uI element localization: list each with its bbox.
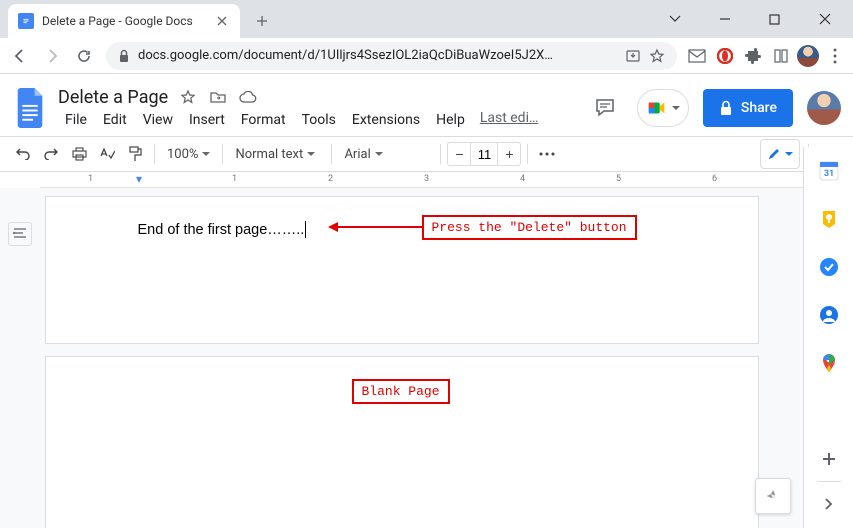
keep-app-icon[interactable] (819, 209, 839, 229)
menu-tools[interactable]: Tools (295, 110, 343, 130)
menu-format[interactable]: Format (234, 110, 293, 130)
document-page-2[interactable]: Blank Page (45, 356, 759, 528)
last-edit-link[interactable]: Last edi… (480, 110, 539, 130)
minimize-icon[interactable] (719, 13, 747, 25)
profile-avatar-small[interactable] (797, 45, 819, 67)
toolbar: 100% Normal text Arial − + (0, 136, 853, 172)
paint-format-button[interactable] (122, 141, 148, 167)
mail-icon[interactable] (685, 44, 709, 68)
title-area: Delete a Page File Edit View Insert Form… (58, 87, 577, 130)
style-dropdown[interactable]: Normal text (229, 141, 325, 167)
address-bar: docs.google.com/document/d/1UIljrs4SsezI… (0, 38, 853, 74)
tasks-app-icon[interactable] (819, 257, 839, 277)
font-size-control: − + (447, 142, 521, 166)
bookmark-star-icon[interactable] (649, 48, 665, 64)
menu-help[interactable]: Help (429, 110, 472, 130)
ruler[interactable]: 1 ▾ 1 2 3 4 5 6 (40, 172, 803, 188)
menu-view[interactable]: View (136, 110, 180, 130)
chrome-menu-icon[interactable] (823, 44, 847, 68)
share-label: Share (741, 100, 777, 116)
text-cursor (305, 221, 306, 238)
redo-button[interactable] (38, 141, 64, 167)
calendar-app-icon[interactable]: 31 (819, 161, 839, 181)
annotation-arrow-head (328, 222, 338, 232)
document-title[interactable]: Delete a Page (58, 87, 168, 108)
comments-icon[interactable] (587, 90, 623, 126)
reading-list-icon[interactable] (769, 44, 793, 68)
new-tab-button[interactable] (248, 7, 276, 35)
tab-title: Delete a Page - Google Docs (42, 14, 206, 28)
docs-favicon (18, 13, 34, 29)
more-tools-button[interactable] (534, 141, 560, 167)
window-caret-icon[interactable] (669, 15, 697, 23)
print-button[interactable] (66, 141, 92, 167)
back-button[interactable] (6, 42, 34, 70)
close-window-icon[interactable] (819, 13, 847, 25)
move-icon[interactable] (208, 87, 228, 107)
annotation-delete-hint: Press the "Delete" button (422, 215, 637, 240)
chevron-down-icon (202, 152, 210, 156)
pencil-icon (767, 147, 781, 161)
install-icon[interactable] (625, 48, 641, 64)
browser-tab-active[interactable]: Delete a Page - Google Docs (8, 4, 240, 38)
chevron-down-icon (672, 106, 680, 110)
maps-app-icon[interactable] (819, 353, 839, 373)
lock-icon (118, 49, 130, 63)
font-size-input[interactable] (470, 143, 498, 165)
url-text: docs.google.com/document/d/1UIljrs4SsezI… (138, 48, 617, 63)
undo-button[interactable] (10, 141, 36, 167)
zoom-dropdown[interactable]: 100% (161, 141, 216, 167)
edit-mode-button[interactable] (760, 139, 800, 169)
star-icon[interactable] (178, 87, 198, 107)
cloud-icon[interactable] (238, 87, 258, 107)
meet-button[interactable] (637, 89, 689, 127)
profile-avatar-large[interactable] (807, 91, 841, 125)
decrease-font-button[interactable]: − (448, 143, 470, 165)
share-button[interactable]: Share (703, 89, 793, 127)
add-apps-button[interactable] (819, 449, 839, 469)
lock-icon (719, 100, 733, 116)
explore-button[interactable] (755, 478, 791, 514)
opera-ext-icon[interactable] (713, 44, 737, 68)
window-controls (669, 0, 847, 38)
indent-marker[interactable]: ▾ (136, 172, 142, 186)
docs-logo[interactable] (12, 90, 48, 126)
meet-icon (646, 97, 668, 119)
reload-button[interactable] (70, 42, 98, 70)
menu-edit[interactable]: Edit (96, 110, 134, 130)
close-tab-icon[interactable] (214, 13, 230, 29)
side-panel: 31 (803, 147, 853, 528)
body-text: End of the first page…….. (138, 222, 305, 238)
outline-toggle-button[interactable] (8, 222, 32, 246)
hide-panel-button[interactable] (819, 494, 839, 514)
chevron-down-icon (307, 152, 315, 156)
docs-header: Delete a Page File Edit View Insert Form… (0, 74, 853, 136)
annotation-blank-page: Blank Page (352, 379, 450, 404)
forward-button[interactable] (38, 42, 66, 70)
chevron-down-icon (785, 152, 793, 156)
menu-file[interactable]: File (58, 110, 94, 130)
spellcheck-button[interactable] (94, 141, 120, 167)
document-container: End of the first page…….. Press the "Del… (0, 188, 803, 528)
menu-insert[interactable]: Insert (182, 110, 232, 130)
font-dropdown[interactable]: Arial (338, 141, 434, 167)
extensions-icon[interactable] (741, 44, 765, 68)
annotation-arrow (336, 226, 422, 228)
maximize-icon[interactable] (769, 14, 797, 25)
browser-tab-strip: Delete a Page - Google Docs (0, 0, 853, 38)
chevron-down-icon (375, 152, 383, 156)
document-page-1[interactable]: End of the first page…….. Press the "Del… (45, 196, 759, 344)
menu-extensions[interactable]: Extensions (345, 110, 427, 130)
url-field[interactable]: docs.google.com/document/d/1UIljrs4SsezI… (106, 42, 677, 70)
increase-font-button[interactable]: + (498, 143, 520, 165)
contacts-app-icon[interactable] (819, 305, 839, 325)
svg-text:31: 31 (823, 169, 833, 179)
